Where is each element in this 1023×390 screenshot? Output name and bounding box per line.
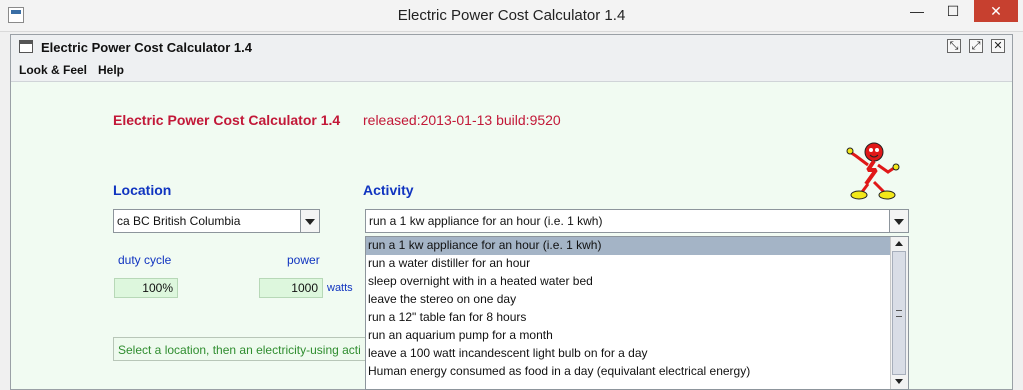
minimize-button[interactable]: — — [900, 0, 934, 22]
duty-cycle-label: duty cycle — [118, 253, 172, 267]
dropdown-scrollbar[interactable] — [890, 237, 908, 389]
main-content: Electric Power Cost Calculator 1.4 relea… — [11, 82, 1012, 390]
window-title: Electric Power Cost Calculator 1.4 — [397, 7, 626, 24]
activity-dropdown-list[interactable]: run a 1 kw appliance for an hour (i.e. 1… — [365, 236, 909, 390]
frame-icon — [19, 40, 33, 53]
dropdown-option[interactable]: leave the stereo on one day — [366, 291, 891, 309]
app-title: Electric Power Cost Calculator 1.4 — [113, 112, 341, 128]
scroll-down-arrow-icon[interactable] — [891, 375, 908, 389]
power-field[interactable]: 1000 — [259, 278, 323, 298]
menu-look-and-feel[interactable]: Look & Feel — [19, 63, 87, 77]
release-info: released:2013-01-13 build:9520 — [363, 112, 561, 128]
close-button[interactable]: ✕ — [974, 0, 1018, 22]
close-frame-button[interactable]: ✕ — [991, 39, 1005, 53]
reddy-kilowatt-mascot-icon — [846, 142, 900, 200]
menu-bar: Look & Feel Help — [11, 59, 1012, 82]
menu-help[interactable]: Help — [98, 63, 124, 77]
dropdown-option[interactable]: Human energy consumed as food in a day (… — [366, 363, 891, 381]
location-selected: ca BC British Columbia — [117, 214, 241, 228]
dropdown-option[interactable]: run a 1 kw appliance for an hour (i.e. 1… — [366, 237, 891, 255]
scrollbar-thumb[interactable] — [892, 251, 906, 375]
dropdown-option[interactable]: sleep overnight with in a heated water b… — [366, 273, 891, 291]
dropdown-option[interactable]: run an aquarium pump for a month — [366, 327, 891, 345]
internal-frame-titlebar: Electric Power Cost Calculator 1.4 ⤡ ⤢ ✕ — [11, 35, 1012, 59]
window-titlebar: Electric Power Cost Calculator 1.4 — ☐ ✕ — [0, 0, 1023, 32]
duty-cycle-field[interactable]: 100% — [114, 278, 178, 298]
activity-selected: run a 1 kw appliance for an hour (i.e. 1… — [369, 214, 603, 228]
dropdown-option[interactable]: run a 12" table fan for 8 hours — [366, 309, 891, 327]
chevron-down-icon[interactable] — [300, 210, 319, 232]
power-label: power — [287, 253, 320, 267]
dropdown-option[interactable]: leave a 100 watt incandescent light bulb… — [366, 345, 891, 363]
location-combo[interactable]: ca BC British Columbia — [113, 209, 320, 233]
maximize-frame-button[interactable]: ⤢ — [969, 39, 983, 53]
dropdown-option[interactable]: run a water distiller for an hour — [366, 255, 891, 273]
internal-frame: Electric Power Cost Calculator 1.4 ⤡ ⤢ ✕… — [10, 34, 1013, 390]
status-message: Select a location, then an electricity-u… — [118, 343, 361, 357]
activity-label: Activity — [363, 182, 414, 198]
iconify-frame-button[interactable]: ⤡ — [947, 39, 961, 53]
location-label: Location — [113, 182, 172, 198]
activity-combo[interactable]: run a 1 kw appliance for an hour (i.e. 1… — [365, 209, 909, 233]
power-unit: watts — [327, 282, 353, 294]
chevron-down-icon[interactable] — [889, 210, 908, 232]
scroll-up-arrow-icon[interactable] — [891, 237, 908, 251]
maximize-button[interactable]: ☐ — [936, 0, 970, 22]
internal-frame-title: Electric Power Cost Calculator 1.4 — [41, 40, 252, 55]
